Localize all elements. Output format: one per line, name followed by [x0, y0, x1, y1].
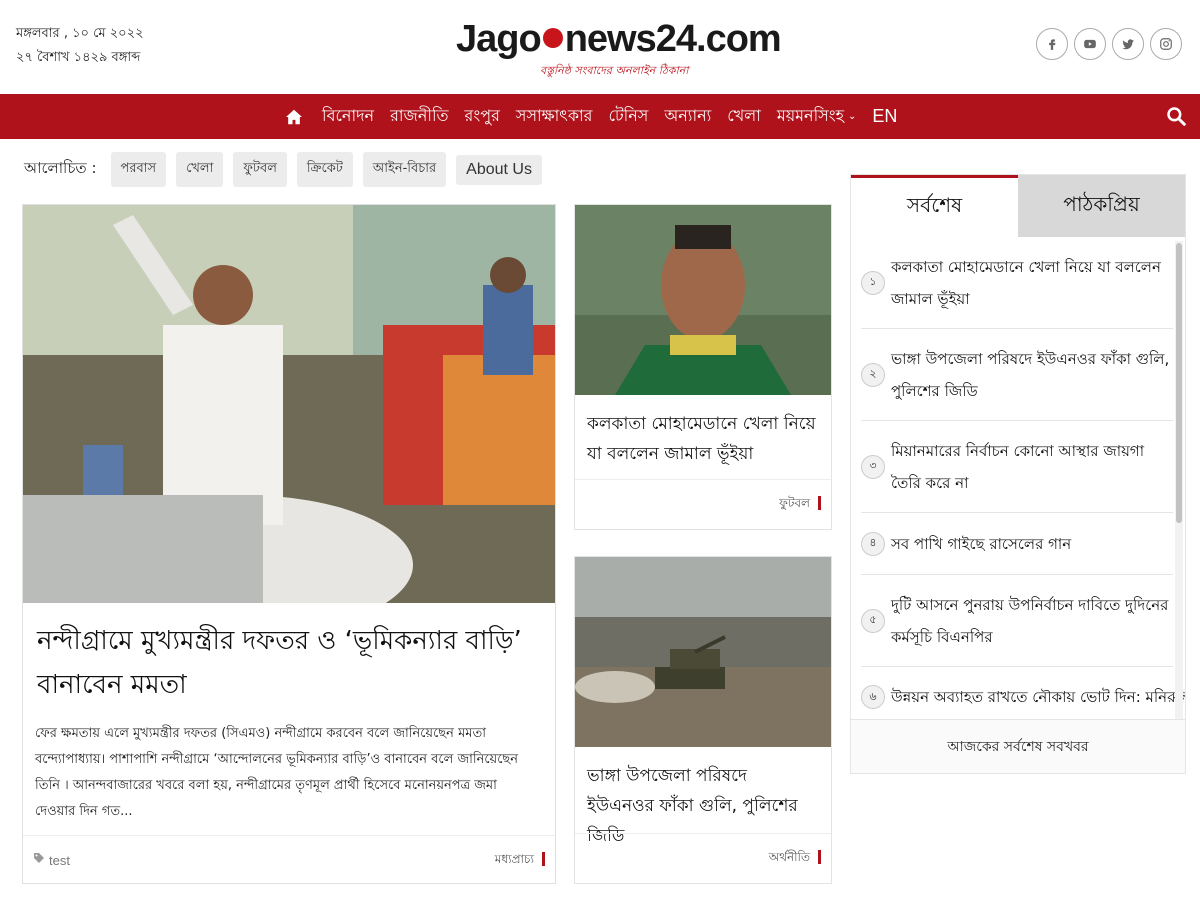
- youtube-icon[interactable]: [1074, 28, 1106, 60]
- list-item[interactable]: ২ ভাঙ্গা উপজেলা পরিষদে ইউএনওর ফাঁকা গুলি…: [861, 329, 1173, 421]
- story-category[interactable]: ফুটবল: [779, 496, 821, 510]
- search-icon[interactable]: [1166, 106, 1186, 126]
- nav-item-entertainment[interactable]: বিনোদন: [314, 103, 382, 130]
- story-card[interactable]: কলকাতা মোহামেডানে খেলা নিয়ে যা বললেন জা…: [574, 204, 832, 530]
- logo-wordmark: Jago news24.com: [456, 18, 782, 60]
- site-header: মঙ্গলবার , ১০ মে ২০২২ ২৭ বৈশাখ ১৪২৯ বঙ্গ…: [0, 0, 1200, 94]
- lead-story[interactable]: নন্দীগ্রামে মুখ্যমন্ত্রীর দফতর ও ‘ভূমিকন…: [22, 204, 556, 884]
- scrollbar-thumb[interactable]: [1176, 243, 1182, 523]
- panel-tabs: সর্বশেষ পাঠকপ্রিয়: [851, 175, 1185, 237]
- story-headline[interactable]: কলকাতা মোহামেডানে খেলা নিয়ে যা বললেন জা…: [575, 395, 831, 469]
- story-card[interactable]: ভাঙ্গা উপজেলা পরিষদে ইউএনওর ফাঁকা গুলি, …: [574, 556, 832, 884]
- facebook-icon[interactable]: [1036, 28, 1068, 60]
- tab-latest[interactable]: সর্বশেষ: [851, 175, 1018, 237]
- topic-tag[interactable]: পরবাস: [110, 152, 167, 187]
- story-footer: ফুটবল: [575, 479, 831, 529]
- lead-summary: ফের ক্ষমতায় এলে মুখ্যমন্ত্রীর দফতর (সিএ…: [35, 726, 519, 819]
- item-number: ২: [861, 362, 885, 387]
- all-news-link[interactable]: আজকের সর্বশেষ সবখবর: [851, 719, 1185, 773]
- twitter-icon[interactable]: [1112, 28, 1144, 60]
- list-item[interactable]: ৪ সব পাখি গাইছে রাসেলের গান: [861, 513, 1173, 575]
- nav-item-rangpur[interactable]: রংপুর: [457, 103, 508, 130]
- nav-item-english[interactable]: EN: [864, 106, 905, 127]
- logo-mic-icon: [542, 27, 563, 48]
- nav-items: বিনোদন রাজনীতি রংপুর সসাক্ষাৎকার টেনিস অ…: [280, 94, 905, 139]
- topic-tag[interactable]: আইন-বিচার: [362, 152, 447, 187]
- item-number: ৬: [861, 685, 885, 709]
- topic-tag[interactable]: খেলা: [176, 152, 224, 187]
- bengali-date: ২৭ বৈশাখ ১৪২৯ বঙ্গাব্দ: [16, 50, 141, 65]
- trending-topics: আলোচিত : পরবাস খেলা ফুটবল ক্রিকেট আইন-বি…: [24, 152, 542, 187]
- nav-item-others[interactable]: অন্যান্য: [656, 103, 719, 130]
- nav-item-politics[interactable]: রাজনীতি: [382, 103, 456, 130]
- chevron-down-icon: ⌄: [848, 111, 857, 122]
- story-image[interactable]: [575, 205, 831, 395]
- nav-item-mymensingh-label: ময়মনসিংহ: [776, 106, 845, 125]
- story-tag[interactable]: test: [33, 852, 70, 868]
- item-headline[interactable]: দুটি আসনে পুনরায় উপনির্বাচন দাবিতে দুদি…: [891, 589, 1173, 653]
- main-nav: বিনোদন রাজনীতি রংপুর সসাক্ষাৎকার টেনিস অ…: [0, 94, 1200, 139]
- latest-news-panel: সর্বশেষ পাঠকপ্রিয় ১ কলকাতা মোহামেডানে খ…: [850, 174, 1186, 774]
- topic-tag[interactable]: ফুটবল: [233, 152, 287, 187]
- nav-item-interview[interactable]: সসাক্ষাৎকার: [508, 103, 601, 130]
- lead-headline[interactable]: নন্দীগ্রামে মুখ্যমন্ত্রীর দফতর ও ‘ভূমিকন…: [23, 603, 555, 707]
- panel-scrollbar[interactable]: [1175, 241, 1183, 721]
- item-number: ৫: [861, 608, 885, 633]
- nav-item-sports[interactable]: খেলা: [719, 103, 769, 130]
- tab-popular[interactable]: পাঠকপ্রিয়: [1018, 175, 1185, 237]
- topic-tag[interactable]: About Us: [456, 154, 542, 185]
- nav-item-mymensingh[interactable]: ময়মনসিংহ ⌄: [769, 103, 865, 130]
- site-logo[interactable]: Jago news24.com বস্তুনিষ্ঠ সংবাদের অনলাইন…: [452, 14, 782, 84]
- item-headline[interactable]: কলকাতা মোহামেডানে খেলা নিয়ে যা বললেন জা…: [891, 251, 1173, 315]
- item-number: ৩: [861, 454, 885, 479]
- story-category[interactable]: অর্থনীতি: [769, 850, 821, 864]
- home-icon[interactable]: [280, 94, 308, 139]
- logo-tagline: বস্তুনিষ্ঠ সংবাদের অনলাইন ঠিকানা: [540, 64, 689, 77]
- social-links: [1036, 28, 1182, 60]
- list-item[interactable]: ১ কলকাতা মোহামেডানে খেলা নিয়ে যা বললেন …: [861, 237, 1173, 329]
- instagram-icon[interactable]: [1150, 28, 1182, 60]
- tag-icon: [33, 852, 45, 868]
- nav-item-tennis[interactable]: টেনিস: [600, 103, 656, 130]
- lead-footer: test মধ্যপ্রাচ্য: [23, 835, 555, 883]
- story-category[interactable]: মধ্যপ্রাচ্য: [495, 852, 545, 866]
- story-footer: অর্থনীতি: [575, 833, 831, 883]
- item-number: ৪: [861, 531, 885, 556]
- list-item[interactable]: ৬ উন্নয়ন অব্যাহত রাখতে নৌকায় ভোট দিন: …: [861, 667, 1185, 719]
- latest-news-list: ১ কলকাতা মোহামেডানে খেলা নিয়ে যা বললেন …: [851, 237, 1185, 719]
- gregorian-date: মঙ্গলবার , ১০ মে ২০২২: [16, 26, 144, 41]
- item-number: ১: [861, 270, 885, 295]
- item-headline[interactable]: মিয়ানমারের নির্বাচন কোনো আস্থার জায়গা …: [891, 435, 1173, 499]
- story-tag-label: test: [49, 852, 70, 868]
- story-image[interactable]: [575, 557, 831, 747]
- item-headline[interactable]: ভাঙ্গা উপজেলা পরিষদে ইউএনওর ফাঁকা গুলি, …: [891, 343, 1173, 407]
- lead-image[interactable]: [23, 205, 555, 603]
- list-item[interactable]: ৫ দুটি আসনে পুনরায় উপনির্বাচন দাবিতে দু…: [861, 575, 1173, 667]
- date-block: মঙ্গলবার , ১০ মে ২০২২ ২৭ বৈশাখ ১৪২৯ বঙ্গ…: [16, 22, 144, 70]
- list-item[interactable]: ৩ মিয়ানমারের নির্বাচন কোনো আস্থার জায়গ…: [861, 421, 1173, 513]
- item-headline[interactable]: সব পাখি গাইছে রাসেলের গান: [891, 528, 1071, 560]
- trending-label: আলোচিত :: [24, 159, 97, 177]
- item-headline[interactable]: উন্নয়ন অব্যাহত রাখতে নৌকায় ভোট দিন: মন…: [891, 681, 1185, 713]
- topic-tag[interactable]: ক্রিকেট: [296, 152, 353, 187]
